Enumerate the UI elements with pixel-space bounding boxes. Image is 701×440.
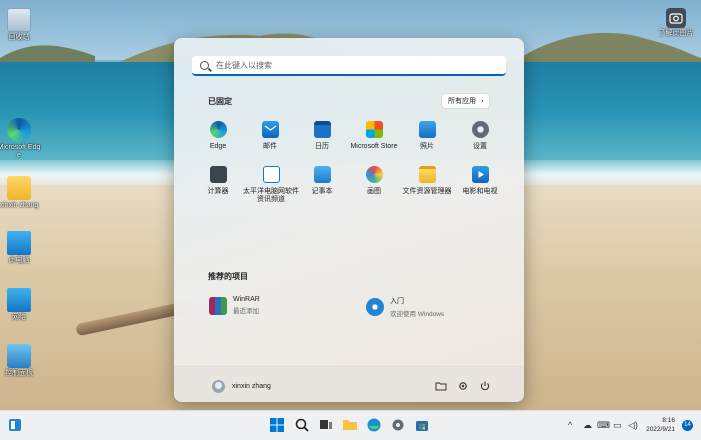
start-menu-footer: xinxin zhang — [174, 366, 524, 402]
desktop-icon-user-folder[interactable]: xinxin zhang — [0, 176, 41, 210]
pinned-app-store[interactable]: Microsoft Store — [347, 121, 401, 151]
pconline-icon — [262, 166, 280, 183]
desktop-icon-this-pc[interactable]: 此电脑 — [0, 231, 41, 265]
search-icon — [200, 60, 209, 70]
recommended-item-title: 入门 — [390, 298, 404, 305]
search-input[interactable]: 在此键入以搜索 — [216, 60, 272, 71]
pinned-app-label: 电影和电视 — [462, 188, 498, 195]
pinned-app-label: 记事本 — [311, 188, 333, 195]
pinned-app-paint[interactable]: 画图 — [347, 166, 401, 196]
photos-icon — [418, 121, 436, 138]
desktop-icon-recycle-bin[interactable]: 回收站 — [0, 8, 41, 42]
pinned-app-edge[interactable]: Edge — [191, 121, 245, 151]
winrar-icon — [209, 296, 227, 315]
pinned-app-label: 太平洋电脑网软件资讯频道 — [243, 188, 299, 203]
desktop-icon-label: Microsoft Edge — [0, 144, 41, 159]
desktop-icon-label: xinxin zhang — [0, 202, 39, 209]
notification-badge[interactable]: 14 — [682, 420, 693, 431]
pinned-app-label: 文件资源管理器 — [402, 188, 452, 195]
pinned-app-pconline[interactable]: 太平洋电脑网软件资讯频道 — [243, 166, 299, 204]
cloud-icon[interactable]: ☁ — [583, 420, 592, 431]
get-started-icon — [366, 298, 384, 316]
pinned-app-mail[interactable]: 邮件 — [243, 121, 297, 151]
pinned-app-label: 画图 — [367, 188, 381, 195]
desktop-icon-network[interactable]: 网络 — [0, 288, 41, 322]
chevron-right-icon: › — [481, 97, 484, 105]
all-apps-label: 所有应用 — [448, 98, 476, 105]
file-explorer-icon — [418, 166, 436, 183]
edge-icon — [7, 118, 31, 142]
power-icon[interactable] — [479, 380, 491, 392]
network-icon[interactable]: ▭ — [613, 420, 622, 431]
pinned-app-label: 日历 — [315, 143, 329, 150]
edge-icon — [209, 121, 227, 138]
pinned-app-file-explorer[interactable]: 文件资源管理器 — [400, 166, 454, 196]
search-icon[interactable] — [294, 417, 310, 433]
user-name: xinxin zhang — [232, 383, 271, 390]
network-icon — [7, 288, 31, 312]
avatar — [212, 380, 225, 393]
movies-tv-icon — [471, 166, 489, 183]
recommended-item-title: WinRAR — [233, 296, 260, 303]
mail-icon — [261, 121, 279, 138]
desktop-icon-label: 控制面板 — [5, 370, 33, 377]
pinned-app-label: Edge — [209, 143, 227, 150]
recommended-item-get-started[interactable]: 入门 欢迎使用 Windows — [366, 296, 444, 318]
windows-start-icon[interactable] — [269, 417, 285, 433]
calendar-icon — [313, 121, 331, 138]
pinned-app-notepad[interactable]: 记事本 — [295, 166, 349, 196]
pinned-app-photos[interactable]: 照片 — [400, 121, 454, 151]
desktop-icon-edge[interactable]: Microsoft Edge — [0, 118, 41, 160]
pinned-app-calendar[interactable]: 日历 — [295, 121, 349, 151]
system-clock[interactable]: 8:16 2022/9/21 — [646, 416, 675, 434]
chevron-up-icon[interactable]: ^ — [568, 420, 572, 430]
desktop-icon-learn-about-picture[interactable]: 了解此图片 — [652, 8, 700, 38]
file-explorer-icon[interactable] — [342, 417, 358, 433]
edge-icon[interactable] — [366, 417, 382, 433]
pinned-app-settings[interactable]: 设置 — [453, 121, 507, 151]
control-panel-icon — [7, 344, 31, 368]
clock-date: 2022/9/21 — [646, 426, 675, 433]
input-method-icon[interactable]: ⌨ — [597, 420, 610, 431]
settings-icon — [471, 121, 489, 138]
store-icon[interactable] — [414, 417, 430, 433]
task-view-icon[interactable] — [318, 417, 334, 433]
camera-label: 了解此图片 — [658, 30, 694, 37]
computer-icon — [7, 231, 31, 255]
desktop-icon-control-panel[interactable]: 控制面板 — [0, 344, 41, 378]
recommended-item-subtitle: 最近添加 — [233, 308, 259, 315]
pinned-app-label: 照片 — [420, 143, 434, 150]
recommended-title: 推荐的项目 — [208, 272, 248, 281]
user-account-button[interactable]: xinxin zhang — [212, 380, 271, 393]
pinned-app-label: 设置 — [473, 143, 487, 150]
folder-icon — [7, 176, 31, 200]
all-apps-button[interactable]: 所有应用 › — [442, 94, 490, 108]
pinned-app-label: Microsoft Store — [350, 143, 398, 150]
calculator-icon — [209, 166, 227, 183]
start-menu: 在此键入以搜索 已固定 所有应用 › Edge 邮件 日历 Microsoft … — [174, 38, 524, 402]
store-icon — [365, 121, 383, 138]
search-box[interactable]: 在此键入以搜索 — [192, 56, 506, 76]
recommended-item-winrar[interactable]: WinRAR 最近添加 — [209, 296, 260, 315]
pinned-app-label: 邮件 — [263, 143, 277, 150]
pinned-app-label: 计算器 — [207, 188, 229, 195]
pinned-app-movies-tv[interactable]: 电影和电视 — [453, 166, 507, 196]
notepad-icon — [313, 166, 331, 183]
documents-folder-icon[interactable] — [435, 380, 447, 392]
recommended-item-subtitle: 欢迎使用 Windows — [390, 311, 445, 318]
desktop-icon-label: 网络 — [12, 314, 26, 321]
camera-icon — [666, 8, 686, 28]
pinned-app-calculator[interactable]: 计算器 — [191, 166, 245, 196]
desktop-icon-label: 回收站 — [8, 34, 30, 41]
desktop-icon-label: 此电脑 — [8, 257, 30, 264]
settings-icon[interactable] — [390, 417, 406, 433]
pinned-title: 已固定 — [208, 97, 232, 106]
widgets-icon[interactable] — [7, 417, 23, 433]
taskbar: ^ ☁ ⌨ ▭ ◁) 8:16 2022/9/21 14 — [0, 410, 701, 440]
recycle-bin-icon — [7, 8, 31, 32]
settings-gear-icon[interactable] — [457, 380, 469, 392]
volume-icon[interactable]: ◁) — [628, 420, 638, 431]
clock-time: 8:16 — [662, 417, 675, 424]
paint-icon — [365, 166, 383, 183]
